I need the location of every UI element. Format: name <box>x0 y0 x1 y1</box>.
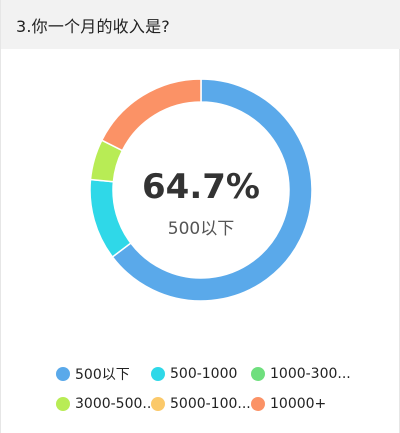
legend-item-5[interactable]: 10000+ <box>251 394 326 414</box>
chart-legend: 500以下 500-1000 1000-300... 3000-500... 5000-… <box>1 362 400 422</box>
center-category-label: 500以下 <box>167 219 235 239</box>
legend-dot <box>151 367 165 381</box>
legend-label: 500以下 <box>75 367 130 383</box>
legend-dot <box>251 397 265 411</box>
legend-item-1[interactable]: 500-1000 <box>151 364 237 384</box>
legend-item-4[interactable]: 5000-100... <box>151 394 251 414</box>
question-header: 3.你一个月的收入是? <box>1 0 400 49</box>
legend-label: 3000-500... <box>75 396 156 412</box>
legend-label: 10000+ <box>270 396 327 412</box>
donut-slice-5[interactable] <box>100 78 202 152</box>
legend-dot <box>56 367 70 381</box>
center-percentage: 64.7% <box>142 167 260 207</box>
question-card: 3.你一个月的收入是? 64.7% 500以下 500以下 500-1000 100… <box>0 0 400 433</box>
legend-label: 5000-100... <box>170 396 251 412</box>
question-title: 3.你一个月的收入是? <box>16 16 170 36</box>
legend-dot <box>151 397 165 411</box>
legend-label: 500-1000 <box>170 366 238 382</box>
legend-label: 1000-300... <box>270 366 351 382</box>
legend-dot <box>56 397 70 411</box>
donut-chart: 64.7% 500以下 <box>1 49 400 349</box>
legend-dot <box>251 367 265 381</box>
legend-item-2[interactable]: 1000-300... <box>251 364 351 384</box>
legend-item-0[interactable]: 500以下 <box>56 364 130 384</box>
legend-item-3[interactable]: 3000-500... <box>56 394 156 414</box>
